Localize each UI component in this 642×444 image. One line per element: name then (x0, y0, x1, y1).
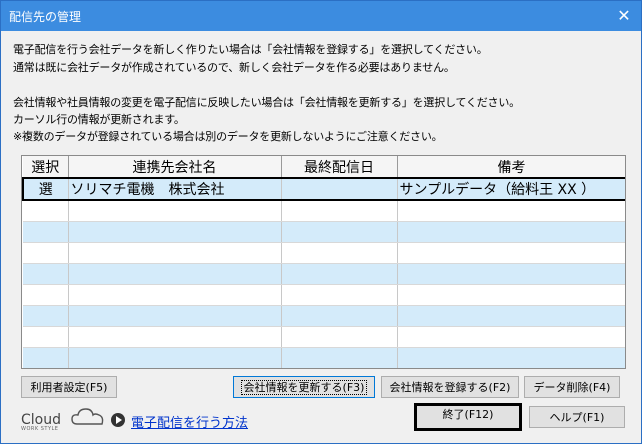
company-table: 選択 連携先会社名 最終配信日 備考 選 ソリマチ電機 株式会社 サンプルデータ… (22, 156, 625, 368)
instruction-line-1: 電子配信を行う会社データを新しく作りたい場合は「会社情報を登録する」を選択してく… (13, 43, 488, 56)
cell-last-delivery[interactable] (281, 177, 398, 201)
table-row[interactable] (23, 326, 625, 348)
window-title: 配信先の管理 (9, 10, 82, 24)
user-settings-button[interactable]: 利用者設定(F5) (21, 376, 117, 398)
column-header-note[interactable]: 備考 (397, 156, 625, 179)
instruction-line-4: カーソル行の情報が更新されます。 (13, 113, 185, 126)
cell-select[interactable]: 選 (22, 177, 69, 201)
cell-company[interactable]: ソリマチ電機 株式会社 (68, 177, 282, 201)
table-row[interactable] (23, 347, 625, 368)
update-company-button[interactable]: 会社情報を更新する(F3) (233, 376, 375, 398)
instruction-line-3: 会社情報や社員情報の変更を電子配信に反映したい場合は「会社情報を更新する」を選択… (13, 96, 520, 109)
cloud-logo-subtext: WORK STYLE (21, 426, 59, 432)
cloud-icon (71, 408, 104, 425)
column-header-last-delivery[interactable]: 最終配信日 (281, 156, 398, 179)
table-row[interactable] (23, 284, 625, 306)
close-button[interactable]: ✕ (613, 5, 635, 27)
cloud-logo: Cloud WORK STYLE (21, 408, 104, 432)
cell-note[interactable]: サンプルデータ（給料王 XX ） (397, 177, 625, 201)
exit-button[interactable]: 終了(F12) (414, 403, 522, 431)
company-grid[interactable]: 選択 連携先会社名 最終配信日 備考 選 ソリマチ電機 株式会社 サンプルデータ… (21, 155, 626, 369)
register-company-button[interactable]: 会社情報を登録する(F2) (381, 376, 519, 398)
table-header-row: 選択 連携先会社名 最終配信日 備考 (23, 156, 625, 179)
table-row[interactable] (23, 242, 625, 264)
delete-data-button[interactable]: データ削除(F4) (524, 376, 620, 398)
instruction-line-5: ※複数のデータが登録されている場合は別のデータを更新しないようにご注意ください。 (13, 130, 443, 143)
update-company-label: 会社情報を更新する(F3) (240, 380, 368, 395)
table-row[interactable] (23, 305, 625, 327)
title-bar: 配信先の管理 ✕ (1, 1, 641, 31)
table-row[interactable] (23, 221, 625, 243)
help-link[interactable]: 電子配信を行う方法 (131, 412, 248, 431)
table-row[interactable] (23, 200, 625, 222)
play-icon (111, 413, 125, 427)
instruction-line-2: 通常は既に会社データが作成されているので、新しく会社データを作る必要はありません… (13, 61, 455, 74)
table-row[interactable] (23, 263, 625, 285)
column-header-company[interactable]: 連携先会社名 (68, 156, 282, 179)
help-button[interactable]: ヘルプ(F1) (529, 406, 625, 428)
dialog-body: 電子配信を行う会社データを新しく作りたい場合は「会社情報を登録する」を選択してく… (1, 31, 641, 443)
dialog-window: 配信先の管理 ✕ 電子配信を行う会社データを新しく作りたい場合は「会社情報を登録… (0, 0, 642, 444)
column-header-select[interactable]: 選択 (23, 156, 69, 179)
table-row[interactable]: 選 ソリマチ電機 株式会社 サンプルデータ（給料王 XX ） (22, 177, 625, 201)
